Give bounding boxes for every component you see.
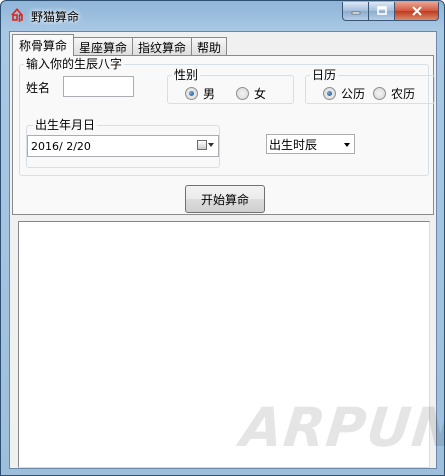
birth-info-group-label: 输入你的生辰八字 — [24, 56, 125, 72]
chevron-down-icon — [344, 143, 350, 147]
window-title: 野猫算命 — [31, 10, 80, 24]
calendar-lunar-label: 农历 — [391, 87, 416, 101]
gender-group: 性别 男 女 — [167, 67, 294, 104]
name-input[interactable] — [63, 76, 134, 97]
birthdate-group: 出生年月日 2016/ 2/20 — [26, 117, 220, 168]
close-icon — [411, 6, 422, 16]
calendar-solar-label: 公历 — [341, 87, 366, 101]
tab-help[interactable]: 帮助 — [191, 37, 228, 56]
gender-group-label: 性别 — [172, 67, 201, 83]
tab-strip: 称骨算命 星座算命 指纹算命 帮助 — [12, 34, 228, 56]
calendar-dropdown-button[interactable] — [197, 140, 214, 150]
title-bar[interactable]: 野猫算命 — [1, 1, 444, 31]
birthdate-group-label: 出生年月日 — [33, 117, 98, 133]
birth-info-group: 输入你的生辰八字 姓名 性别 男 女 日历 公历 农历 出生年月日 2016/ … — [19, 56, 435, 176]
app-window: 野猫算命 称骨算命 星座算命 指纹算命 帮助 输入你的生辰八字 姓名 性别 男 … — [0, 0, 445, 476]
tab-bone-weight[interactable]: 称骨算命 — [12, 34, 75, 56]
radio-unselected-icon — [373, 87, 386, 100]
radio-selected-icon — [185, 87, 198, 100]
calendar-solar-radio[interactable]: 公历 — [323, 85, 365, 102]
birth-time-select[interactable]: 出生时辰 — [266, 134, 355, 154]
tab-fingerprint[interactable]: 指纹算命 — [132, 37, 193, 56]
tab-horoscope[interactable]: 星座算命 — [73, 37, 134, 56]
birthdate-picker[interactable]: 2016/ 2/20 — [27, 135, 219, 157]
birthdate-value: 2016/ 2/20 — [31, 139, 91, 153]
start-fortune-button[interactable]: 开始算命 — [185, 185, 265, 213]
gender-male-radio[interactable]: 男 — [185, 85, 215, 102]
calendar-group-label: 日历 — [310, 67, 339, 83]
maximize-button[interactable] — [368, 2, 395, 21]
calendar-icon — [197, 140, 207, 150]
gender-female-label: 女 — [254, 87, 267, 101]
gender-male-label: 男 — [203, 87, 216, 101]
calendar-lunar-radio[interactable]: 农历 — [373, 85, 415, 102]
name-label: 姓名 — [26, 81, 51, 95]
radio-selected-icon — [323, 87, 336, 100]
maximize-icon — [376, 6, 387, 15]
watermark-text: ARPUN — [237, 396, 445, 459]
app-logo-icon — [11, 8, 23, 22]
chevron-down-icon — [208, 143, 214, 147]
close-button[interactable] — [394, 2, 439, 21]
minimize-button[interactable] — [342, 2, 369, 21]
minimize-icon — [351, 11, 360, 15]
radio-unselected-icon — [236, 87, 249, 100]
birth-time-value: 出生时辰 — [269, 137, 318, 152]
calendar-group: 日历 公历 农历 — [305, 67, 435, 104]
gender-female-radio[interactable]: 女 — [236, 85, 266, 102]
